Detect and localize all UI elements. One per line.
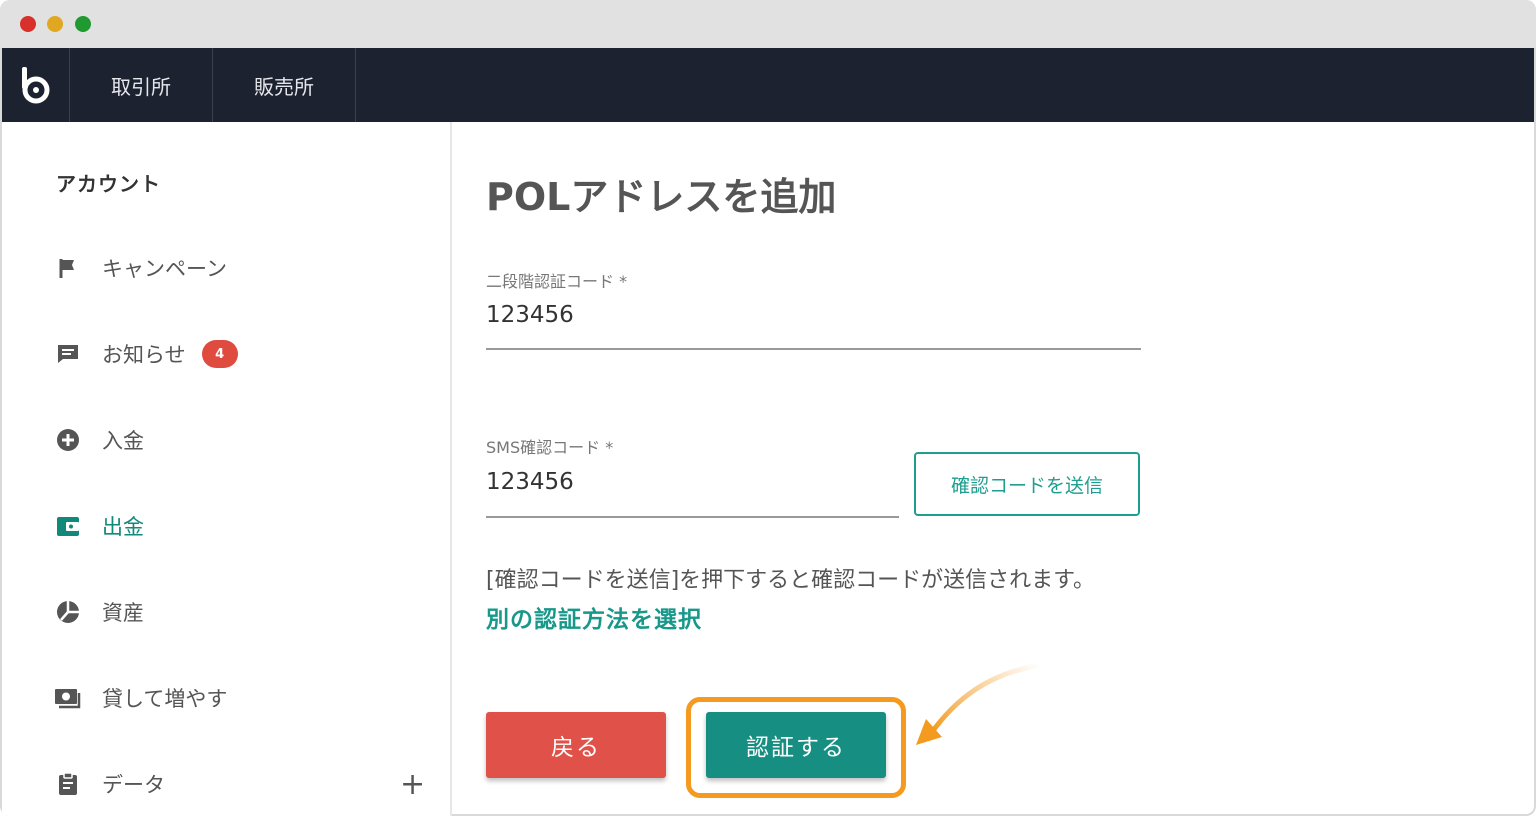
expand-plus-icon[interactable]: +: [400, 770, 425, 800]
pointer-arrow-icon: [916, 662, 1042, 745]
sidebar-item-assets[interactable]: 資産: [54, 592, 144, 632]
info-text: [確認コードを送信]を押下すると確認コードが送信されます。: [486, 568, 1095, 593]
notification-count-badge: 4: [201, 340, 238, 368]
back-button[interactable]: 戻る: [486, 712, 666, 778]
sidebar-item-label: 出金: [102, 515, 144, 539]
pie-chart-icon: [54, 598, 82, 626]
minimize-window-button[interactable]: [47, 16, 63, 32]
sidebar-item-campaign[interactable]: キャンペーン: [54, 248, 227, 288]
two-factor-underline: [486, 348, 1141, 350]
sidebar-item-lending[interactable]: 貸して増やす: [54, 678, 227, 718]
sidebar-item-label: キャンペーン: [102, 257, 227, 281]
browser-window: 取引所 販売所 アカウント キャンペーン お知らせ 4 入金 出金 資産 貸して…: [0, 0, 1536, 816]
alternate-auth-link[interactable]: 別の認証方法を選択: [486, 600, 702, 634]
sidebar-item-data[interactable]: データ: [54, 764, 165, 804]
sidebar-item-withdrawal[interactable]: 出金: [54, 506, 144, 546]
sms-code-underline: [486, 516, 899, 518]
bitbank-logo[interactable]: [2, 48, 70, 122]
sidebar-item-label: データ: [102, 773, 165, 797]
authenticate-button[interactable]: 認証する: [706, 712, 886, 778]
logo-icon: [21, 67, 49, 104]
sidebar-item-deposit[interactable]: 入金: [54, 420, 144, 460]
sidebar-item-label: 資産: [102, 601, 144, 625]
flag-icon: [54, 254, 82, 282]
sidebar-item-notices[interactable]: お知らせ 4: [54, 334, 238, 374]
close-window-button[interactable]: [20, 16, 36, 32]
maximize-window-button[interactable]: [75, 16, 91, 32]
sms-code-label: SMS確認コード *: [486, 438, 614, 457]
tab-brokerage[interactable]: 販売所: [213, 48, 356, 122]
tab-exchange[interactable]: 取引所: [70, 48, 213, 122]
two-factor-input[interactable]: 123456: [486, 302, 574, 328]
money-icon: [54, 684, 82, 712]
sidebar-item-label: お知らせ: [102, 343, 186, 367]
main-content: POLアドレスを追加 二段階認証コード * 123456 SMS確認コード * …: [454, 122, 1534, 816]
tab-exchange-label: 取引所: [111, 74, 171, 99]
sidebar-title: アカウント: [56, 172, 161, 196]
tab-brokerage-label: 販売所: [254, 74, 314, 99]
message-icon: [54, 340, 82, 368]
clipboard-icon: [54, 770, 82, 798]
app-header: 取引所 販売所: [2, 48, 1534, 122]
page-title: POLアドレスを追加: [486, 175, 837, 219]
two-factor-label: 二段階認証コード *: [486, 272, 628, 291]
sidebar-item-label: 貸して増やす: [102, 687, 228, 711]
send-code-button[interactable]: 確認コードを送信: [914, 452, 1140, 516]
window-titlebar: [0, 0, 1536, 48]
sms-code-input[interactable]: 123456: [486, 469, 574, 495]
sidebar-item-label: 入金: [102, 429, 144, 453]
sidebar: アカウント キャンペーン お知らせ 4 入金 出金 資産 貸して増やす データ …: [2, 122, 452, 816]
plus-circle-icon: [54, 426, 82, 454]
wallet-icon: [54, 512, 82, 540]
